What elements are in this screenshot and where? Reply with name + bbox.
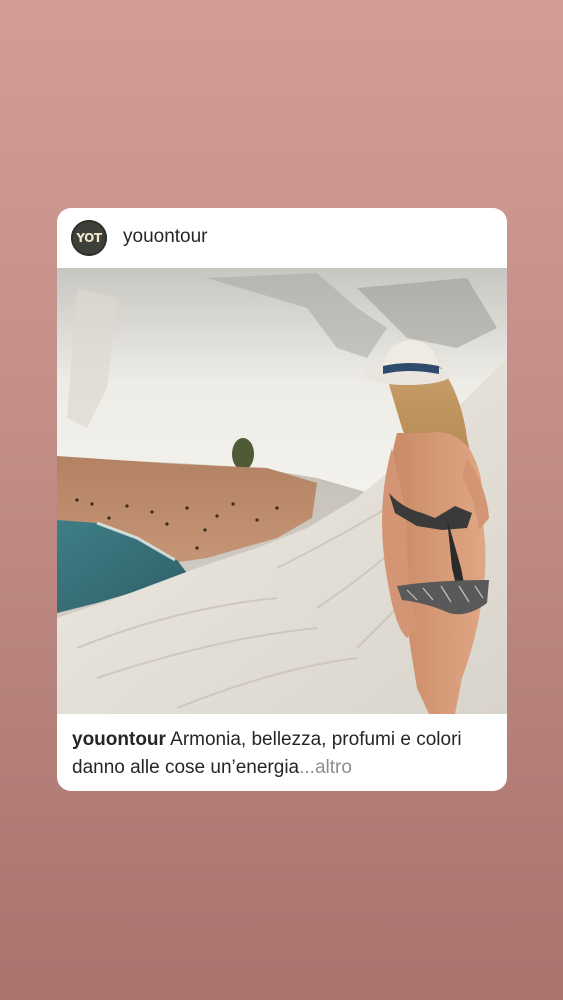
post-caption: youontour Armonia, bellezza, profumi e c… [72,726,492,782]
caption-more-link[interactable]: ...altro [299,757,352,778]
post-image[interactable] [57,268,507,714]
shared-post-card[interactable]: YOT youontour youontour Armonia, bellezz… [57,208,507,791]
avatar-logo-text: YOT [76,231,102,245]
post-header: YOT youontour [57,208,507,268]
post-username[interactable]: youontour [123,226,208,248]
caption-username[interactable]: youontour [72,729,166,750]
avatar[interactable]: YOT [71,220,107,256]
